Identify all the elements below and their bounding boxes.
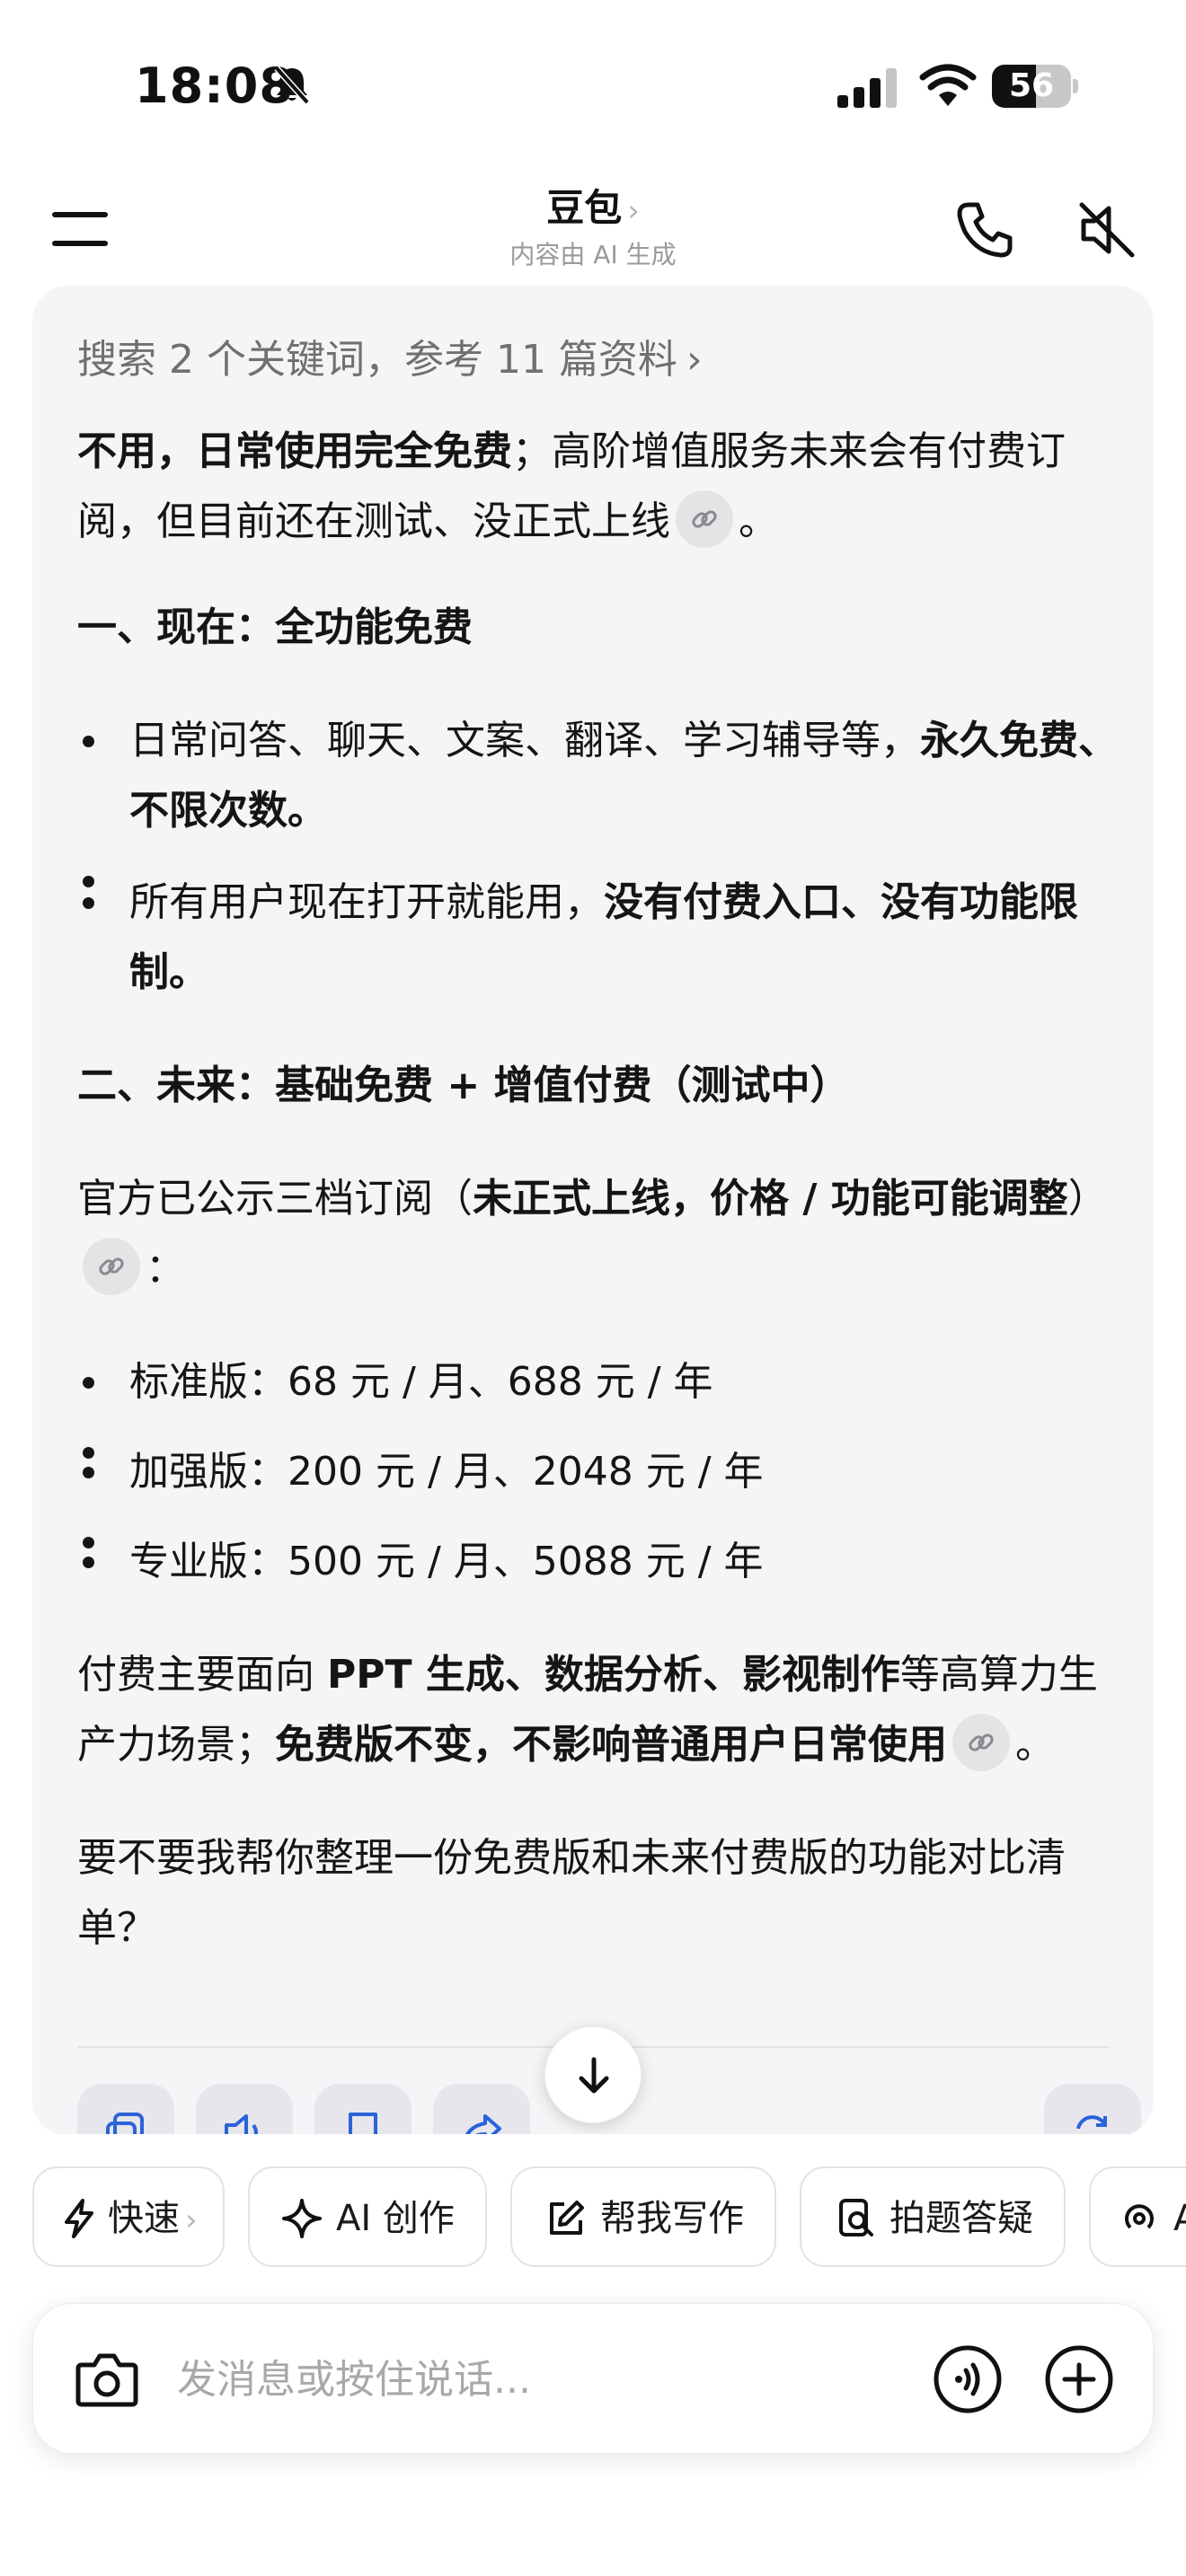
free-features-list: 日常问答、聊天、文案、翻译、学习辅导等，永久免费、不限次数。 所有用户现在打开就… <box>77 706 1120 1008</box>
plan-label: 专业版： <box>129 1539 288 1584</box>
plans-intro-end: ： <box>146 1246 185 1292</box>
phone-icon[interactable] <box>954 199 1015 260</box>
paid-scope-bold-2: 免费版不变，不影响普通用户日常使用 <box>275 1722 947 1768</box>
title-chevron-icon: › <box>627 193 640 229</box>
chip-fast-mode[interactable]: 快速 › <box>32 2166 225 2267</box>
chip-label: A <box>1173 2198 1186 2239</box>
battery-cap <box>1073 79 1078 93</box>
battery-level: 56 <box>1008 67 1055 104</box>
regenerate-button[interactable] <box>1044 2084 1141 2136</box>
list-item-text: 日常问答、聊天、文案、翻译、学习辅导等， <box>129 718 920 763</box>
quick-action-chips: 快速 › AI 创作 帮我写作 拍题答疑 A <box>32 2166 1186 2269</box>
plan-price: 200 元 / 月、2048 元 / 年 <box>288 1449 764 1495</box>
status-bar: 18:08 56 <box>0 0 1186 171</box>
refresh-icon <box>1076 2115 1107 2136</box>
chip-label: AI 创作 <box>336 2198 455 2239</box>
chip-label: 快速 › <box>108 2195 198 2244</box>
bookmark-icon <box>349 2113 377 2136</box>
plan-price: 500 元 / 月、5088 元 / 年 <box>288 1539 764 1584</box>
paid-scope-text: 付费主要面向 <box>77 1652 327 1698</box>
photo-search-icon <box>839 2199 873 2236</box>
bookmark-button[interactable] <box>314 2084 412 2136</box>
follow-up-question: 要不要我帮你整理一份免费版和未来付费版的功能对比清单？ <box>77 1835 1066 1951</box>
source-link-3[interactable] <box>952 1714 1010 1771</box>
battery-indicator: 56 <box>992 65 1078 108</box>
plans-intro-bold: 未正式上线，价格 / 功能可能调整 <box>473 1176 1068 1222</box>
voice-icon[interactable] <box>932 2343 1004 2415</box>
list-spacer <box>77 1507 1120 1548</box>
wifi-icon <box>919 64 977 106</box>
link-icon <box>692 510 717 528</box>
list-item: 所有用户现在打开就能用，没有付费入口、没有功能限制。 <box>77 868 1120 1008</box>
intro-paragraph: 不用，日常使用完全免费；高阶增值服务未来会有付费订阅，但目前还在测试、没正式上线… <box>77 417 1120 557</box>
chip-help-write[interactable]: 帮我写作 <box>510 2166 776 2267</box>
share-icon <box>465 2114 501 2136</box>
section-title-now-text: 一、现在：全功能免费 <box>77 604 473 650</box>
paid-scope-bold: PPT 生成、数据分析、影视制作 <box>327 1652 900 1698</box>
share-button[interactable] <box>433 2084 530 2136</box>
broadcast-icon <box>1125 2204 1154 2229</box>
plans-intro-paragraph: 官方已公示三档订阅（未正式上线，价格 / 功能可能调整） ： <box>77 1164 1120 1304</box>
composer-panel: 快速 › AI 创作 帮我写作 拍题答疑 A <box>0 2134 1186 2576</box>
cellular-signal-icon <box>837 68 897 108</box>
source-link-1[interactable] <box>676 490 733 548</box>
copy-icon <box>106 2113 144 2136</box>
message-composer <box>32 2303 1154 2454</box>
section-title-future-text: 二、未来：基础免费 + 增值付费（测试中） <box>77 1063 850 1108</box>
message-input[interactable] <box>177 2351 914 2408</box>
chip-partial[interactable]: A <box>1089 2166 1186 2267</box>
section-title-future: 二、未来：基础免费 + 增值付费（测试中） <box>77 1051 1120 1121</box>
chevron-right-icon: › <box>185 2202 198 2238</box>
speaker-icon <box>225 2114 258 2136</box>
plan-item-standard: 标准版：68 元 / 月、688 元 / 年 <box>77 1347 1120 1417</box>
arrow-down-icon <box>579 2057 609 2094</box>
read-aloud-button[interactable] <box>196 2084 293 2136</box>
ai-message-card: 搜索 2 个关键词，参考 11 篇资料 › 不用，日常使用完全免费；高阶增值服务未… <box>32 286 1154 2136</box>
search-reference-text: 搜索 2 个关键词，参考 11 篇资料 <box>77 337 677 383</box>
link-icon <box>969 1734 994 1751</box>
chip-fast-text: 快速 <box>108 2198 180 2239</box>
link-icon <box>99 1257 124 1275</box>
bell-muted-icon <box>274 66 310 105</box>
list-spacer <box>77 1417 1120 1459</box>
plan-item-enhanced: 加强版：200 元 / 月、2048 元 / 年 <box>77 1437 1120 1507</box>
paid-scope-paragraph: 付费主要面向 PPT 生成、数据分析、影视制作等高算力生产力场景；免费版不变，不… <box>77 1640 1120 1780</box>
chat-header: 豆包 › 内容由 AI 生成 <box>0 171 1186 287</box>
list-spacer <box>77 846 1120 887</box>
intro-bold: 不用，日常使用完全免费 <box>77 428 512 474</box>
list-item-text: 所有用户现在打开就能用， <box>129 879 604 925</box>
lightning-icon <box>65 2199 93 2238</box>
search-reference-link[interactable]: 搜索 2 个关键词，参考 11 篇资料 › <box>77 327 703 384</box>
battery-body: 56 <box>992 65 1071 108</box>
plans-intro-close: ） <box>1067 1176 1108 1222</box>
chip-label: 拍题答疑 <box>890 2198 1033 2239</box>
section-title-now: 一、现在：全功能免费 <box>77 593 1120 663</box>
plan-price: 68 元 / 月、688 元 / 年 <box>288 1359 713 1405</box>
camera-icon[interactable] <box>75 2351 139 2408</box>
edit-icon <box>550 2201 584 2235</box>
bot-name: 豆包 <box>546 186 623 230</box>
plan-item-pro: 专业版：500 元 / 月、5088 元 / 年 <box>77 1527 1120 1597</box>
chevron-right-icon: › <box>686 337 703 383</box>
intro-end: 。 <box>739 498 778 544</box>
speaker-off-icon[interactable] <box>1075 198 1139 262</box>
chip-label: 帮我写作 <box>600 2198 744 2239</box>
chip-ai-create[interactable]: AI 创作 <box>248 2166 487 2267</box>
chip-photo-qa[interactable]: 拍题答疑 <box>800 2166 1066 2267</box>
plus-icon[interactable] <box>1043 2343 1115 2415</box>
plan-label: 加强版： <box>129 1449 288 1495</box>
copy-button[interactable] <box>77 2084 174 2136</box>
sparkle-icon <box>282 2199 322 2238</box>
list-item: 日常问答、聊天、文案、翻译、学习辅导等，永久免费、不限次数。 <box>77 706 1120 846</box>
plan-label: 标准版： <box>129 1359 288 1405</box>
plans-intro-text: 官方已公示三档订阅（ <box>77 1176 473 1222</box>
message-content: 不用，日常使用完全免费；高阶增值服务未来会有付费订阅，但目前还在测试、没正式上线… <box>77 417 1120 1963</box>
source-link-2[interactable] <box>83 1238 140 1295</box>
plans-list: 标准版：68 元 / 月、688 元 / 年 加强版：200 元 / 月、204… <box>77 1347 1120 1597</box>
paid-scope-end: 。 <box>1015 1722 1055 1768</box>
scroll-to-bottom-button[interactable] <box>544 2026 642 2123</box>
